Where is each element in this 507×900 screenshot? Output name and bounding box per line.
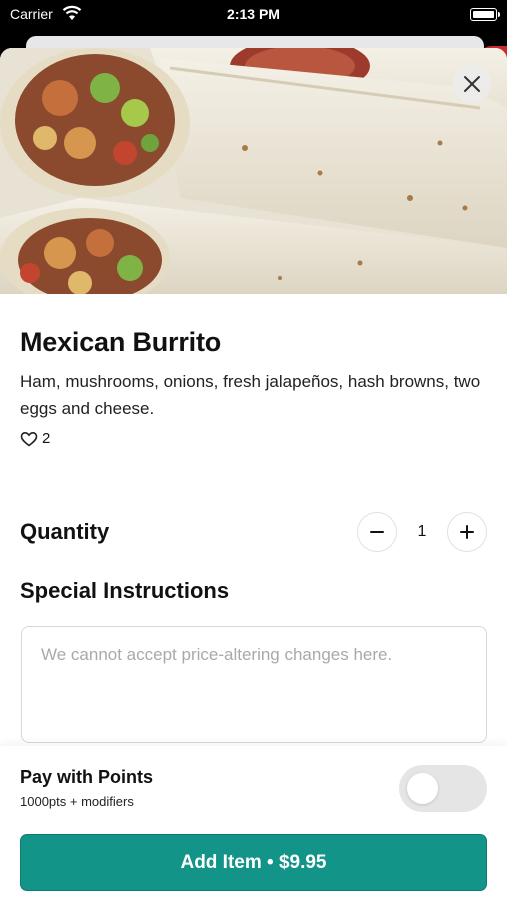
quantity-row: Quantity 1 bbox=[20, 512, 487, 552]
status-bar: Carrier 2:13 PM bbox=[0, 0, 507, 30]
special-instructions-input[interactable] bbox=[21, 626, 487, 743]
like-button[interactable]: 2 bbox=[20, 430, 487, 447]
pay-with-points-label: Pay with Points bbox=[20, 767, 154, 787]
heart-icon bbox=[20, 431, 38, 446]
toggle-knob bbox=[407, 773, 438, 804]
minus-icon bbox=[370, 531, 384, 533]
close-icon bbox=[464, 76, 480, 92]
order-footer: Pay with Points 1000pts + modifiers Add … bbox=[0, 746, 507, 900]
pay-with-points-toggle[interactable] bbox=[399, 765, 487, 812]
item-detail-sheet: Mexican Burrito Ham, mushrooms, onions, … bbox=[0, 48, 507, 900]
decrease-quantity-button[interactable] bbox=[357, 512, 397, 552]
quantity-stepper: 1 bbox=[357, 512, 487, 552]
special-instructions-label: Special Instructions bbox=[20, 578, 230, 603]
close-button[interactable] bbox=[453, 65, 491, 103]
increase-quantity-button[interactable] bbox=[447, 512, 487, 552]
battery-icon bbox=[470, 8, 500, 21]
points-cost: 1000pts + modifiers bbox=[20, 794, 134, 809]
like-count: 2 bbox=[42, 430, 51, 447]
item-photo bbox=[0, 48, 507, 294]
item-info: Mexican Burrito Ham, mushrooms, onions, … bbox=[20, 294, 487, 447]
item-title: Mexican Burrito bbox=[20, 327, 222, 357]
item-description: Ham, mushrooms, onions, fresh jalapeños,… bbox=[20, 372, 481, 418]
status-time: 2:13 PM bbox=[227, 6, 280, 22]
plus-icon bbox=[460, 525, 474, 539]
quantity-label: Quantity bbox=[20, 519, 110, 544]
quantity-value: 1 bbox=[417, 523, 427, 540]
add-item-button[interactable]: Add Item • $9.95 bbox=[20, 834, 487, 891]
